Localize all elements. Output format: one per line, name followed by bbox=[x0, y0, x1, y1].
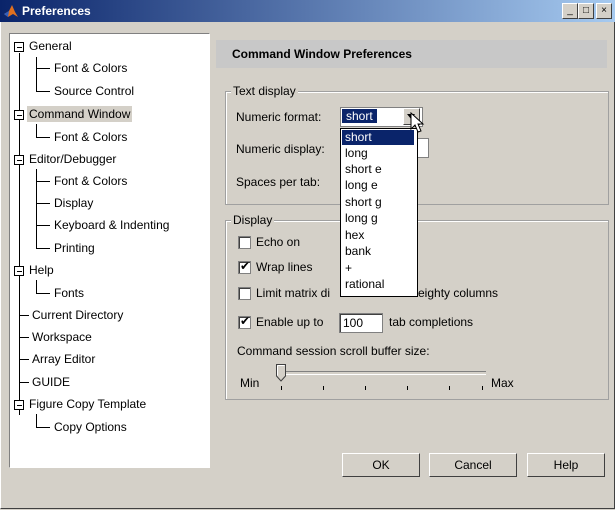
slider-tick bbox=[482, 386, 483, 390]
tree-item-fonts[interactable]: Fonts bbox=[52, 285, 86, 301]
slider-thumb-icon[interactable] bbox=[276, 364, 286, 382]
numeric-format-value: short bbox=[342, 109, 377, 123]
numeric-format-dropdown-list[interactable]: short long short e long e short g long g… bbox=[340, 128, 418, 297]
tree-branch-line bbox=[36, 181, 50, 182]
help-button[interactable]: Help bbox=[527, 453, 605, 477]
tree-item-array-editor[interactable]: Array Editor bbox=[30, 351, 97, 367]
tree-item-copy-options[interactable]: Copy Options bbox=[52, 419, 129, 435]
tree-branch-line bbox=[36, 248, 50, 249]
scroll-buffer-label: Command session scroll buffer size: bbox=[237, 344, 430, 358]
tree-branch-line bbox=[36, 203, 50, 204]
limit-matrix-label-start: Limit matrix di bbox=[256, 286, 331, 300]
tree-branch-line bbox=[36, 57, 37, 91]
numeric-display-label: Numeric display: bbox=[236, 142, 325, 156]
tree-item-command-window[interactable]: Command Window bbox=[27, 106, 133, 122]
check-icon: ✔ bbox=[240, 314, 251, 328]
format-option-plus[interactable]: + bbox=[342, 261, 414, 276]
collapse-icon[interactable] bbox=[14, 266, 24, 276]
tree-branch-line bbox=[36, 427, 50, 428]
tree-branch-line bbox=[36, 124, 37, 137]
cancel-button[interactable]: Cancel bbox=[429, 453, 517, 477]
slider-tick bbox=[281, 386, 282, 390]
slider-min-label: Min bbox=[240, 376, 260, 390]
slider-tick bbox=[365, 386, 366, 390]
collapse-icon[interactable] bbox=[14, 155, 24, 165]
tree-branch-line bbox=[36, 280, 37, 293]
tree-root-line bbox=[19, 53, 20, 415]
minimize-button[interactable]: _ bbox=[562, 3, 578, 19]
tree-item-display[interactable]: Display bbox=[52, 195, 95, 211]
check-icon: ✔ bbox=[240, 259, 251, 273]
slider-tick bbox=[407, 386, 408, 390]
tree-branch-line bbox=[36, 225, 50, 226]
tree-item-command-font-colors[interactable]: Font & Colors bbox=[52, 129, 129, 145]
tree-item-general[interactable]: General bbox=[27, 38, 74, 54]
format-option-bank[interactable]: bank bbox=[342, 244, 414, 259]
ok-button[interactable]: OK bbox=[342, 453, 420, 477]
tree-item-current-directory[interactable]: Current Directory bbox=[30, 307, 125, 323]
tree-item-source-control[interactable]: Source Control bbox=[52, 83, 136, 99]
echo-on-label: Echo on bbox=[256, 235, 301, 249]
limit-matrix-label-end: eighty columns bbox=[418, 286, 499, 300]
slider-tick bbox=[449, 386, 450, 390]
tree-branch-line bbox=[36, 137, 50, 138]
tree-item-workspace[interactable]: Workspace bbox=[30, 329, 94, 345]
tree-item-keyboard-indenting[interactable]: Keyboard & Indenting bbox=[52, 217, 171, 233]
enable-tab-label: Enable up to bbox=[256, 315, 324, 329]
tree-item-general-font-colors[interactable]: Font & Colors bbox=[52, 60, 129, 76]
tree-item-printing[interactable]: Printing bbox=[52, 240, 97, 256]
format-option-hex[interactable]: hex bbox=[342, 228, 414, 243]
tree-branch-line bbox=[19, 315, 29, 316]
format-option-short-g[interactable]: short g bbox=[342, 195, 414, 210]
numeric-format-label: Numeric format: bbox=[236, 110, 322, 124]
limit-matrix-checkbox[interactable] bbox=[238, 287, 251, 300]
close-button[interactable]: × bbox=[596, 3, 612, 19]
format-option-long[interactable]: long bbox=[342, 146, 414, 161]
slider-max-label: Max bbox=[491, 376, 514, 390]
slider-tick bbox=[323, 386, 324, 390]
title-bar: Preferences _ □ × bbox=[0, 0, 615, 22]
tab-completions-label: tab completions bbox=[389, 315, 474, 329]
tree-item-editor-font-colors[interactable]: Font & Colors bbox=[52, 173, 129, 189]
format-option-rational[interactable]: rational bbox=[342, 277, 414, 292]
matlab-logo-icon bbox=[4, 5, 18, 17]
panel-title: Command Window Preferences bbox=[232, 47, 412, 61]
preferences-tree[interactable]: General Font & Colors Source Control Com… bbox=[9, 33, 210, 468]
enable-tab-checkbox[interactable]: ✔ bbox=[238, 314, 251, 329]
tab-completions-input[interactable]: 100 bbox=[339, 313, 383, 333]
tree-branch-line bbox=[36, 91, 50, 92]
format-option-short[interactable]: short bbox=[342, 130, 414, 145]
text-display-legend: Text display bbox=[231, 84, 298, 98]
mouse-cursor-icon bbox=[410, 112, 425, 133]
echo-on-checkbox[interactable] bbox=[238, 236, 251, 249]
format-option-long-g[interactable]: long g bbox=[342, 211, 414, 226]
scroll-buffer-slider-track[interactable] bbox=[278, 371, 486, 375]
tree-branch-line bbox=[36, 68, 50, 69]
tree-item-editor-debugger[interactable]: Editor/Debugger bbox=[27, 151, 118, 167]
collapse-icon[interactable] bbox=[14, 110, 24, 120]
tree-branch-line bbox=[19, 382, 29, 383]
window-title: Preferences bbox=[22, 4, 91, 18]
tree-item-help[interactable]: Help bbox=[27, 262, 56, 278]
maximize-button[interactable]: □ bbox=[578, 3, 594, 19]
tree-branch-line bbox=[36, 293, 50, 294]
format-option-long-e[interactable]: long e bbox=[342, 178, 414, 193]
tree-branch-line bbox=[36, 414, 37, 427]
collapse-icon[interactable] bbox=[14, 400, 24, 410]
tree-branch-line bbox=[19, 359, 29, 360]
tree-item-figure-copy-template[interactable]: Figure Copy Template bbox=[27, 396, 148, 412]
collapse-icon[interactable] bbox=[14, 42, 24, 52]
tree-branch-line bbox=[19, 337, 29, 338]
display-legend: Display bbox=[231, 213, 275, 227]
wrap-lines-label: Wrap lines bbox=[256, 260, 313, 274]
wrap-lines-checkbox[interactable]: ✔ bbox=[238, 259, 251, 274]
spaces-per-tab-label: Spaces per tab: bbox=[236, 175, 321, 189]
format-option-short-e[interactable]: short e bbox=[342, 162, 414, 177]
tree-item-guide[interactable]: GUIDE bbox=[30, 374, 72, 390]
